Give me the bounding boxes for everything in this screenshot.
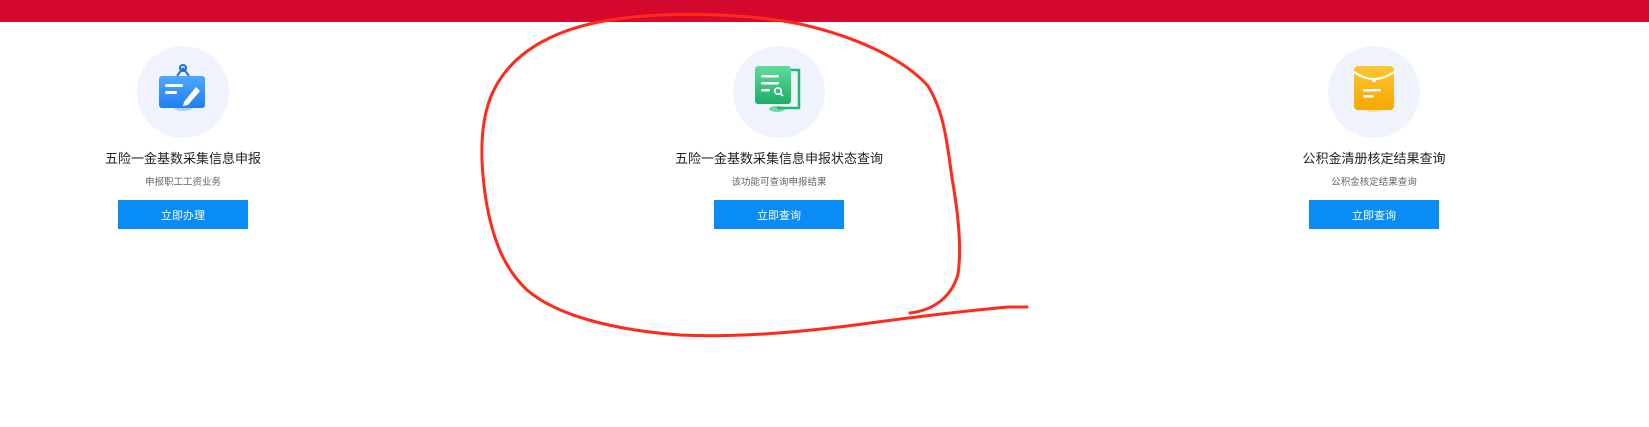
card-subtitle: 该功能可查询申报结果	[731, 177, 827, 188]
service-card-declaration: 五险一金基数采集信息申报 申报职工工资业务 立即办理	[33, 46, 333, 229]
service-card-status-query: 五险一金基数采集信息申报状态查询 该功能可查询申报结果 立即查询	[629, 46, 929, 229]
edit-document-icon	[137, 46, 229, 138]
card-title: 五险一金基数采集信息申报	[104, 152, 261, 167]
page: 五险一金基数采集信息申报 申报职工工资业务 立即办理 五险一金基数采集信息申报状…	[0, 0, 1649, 427]
handle-now-button[interactable]: 立即办理	[118, 200, 248, 229]
card-subtitle: 公积金核定结果查询	[1331, 177, 1417, 188]
card-subtitle: 申报职工工资业务	[144, 177, 221, 188]
card-title: 公积金清册核定结果查询	[1302, 152, 1446, 167]
service-card-fund-result-query: 公积金清册核定结果查询 公积金核定结果查询 立即查询	[1224, 46, 1524, 229]
card-title: 五险一金基数采集信息申报状态查询	[674, 152, 883, 167]
query-now-button[interactable]: 立即查询	[1309, 200, 1439, 229]
envelope-icon	[1328, 46, 1420, 138]
top-header-bar	[0, 0, 1649, 22]
search-document-icon	[733, 46, 825, 138]
query-now-button[interactable]: 立即查询	[714, 200, 844, 229]
